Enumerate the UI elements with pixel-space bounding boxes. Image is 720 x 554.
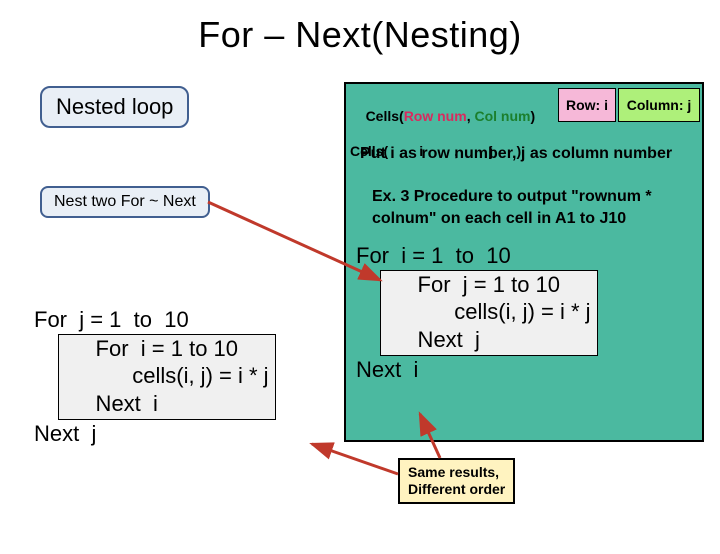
arrow-left-code-to-right-code — [0, 14, 720, 554]
